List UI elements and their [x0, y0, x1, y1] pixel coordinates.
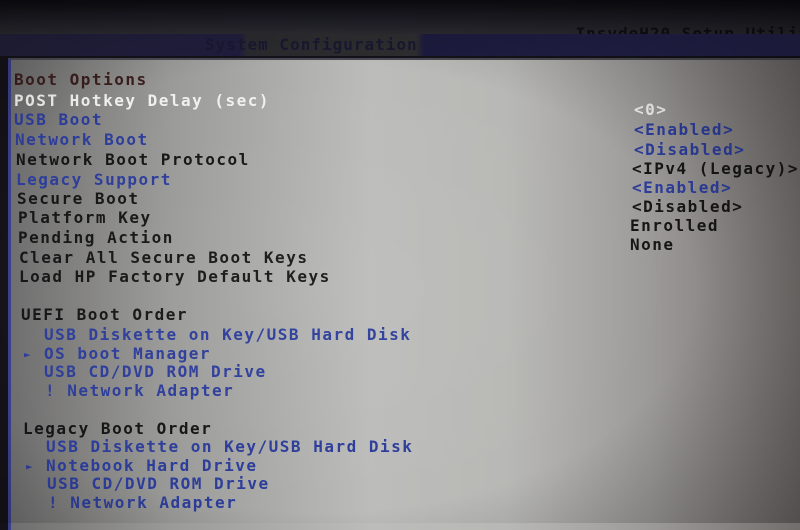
post-hotkey-delay-value[interactable]: <0> — [634, 100, 667, 119]
network-boot-value[interactable]: <Disabled> — [634, 140, 745, 159]
uefi-boot-item[interactable]: OS boot Manager — [44, 344, 211, 363]
legacy-boot-item[interactable]: ! Network Adapter — [48, 493, 237, 512]
legacy-boot-item[interactable]: Notebook Hard Drive — [46, 456, 258, 475]
legacy-boot-item[interactable]: USB Diskette on Key/USB Hard Disk — [46, 437, 413, 456]
usb-boot-value[interactable]: <Enabled> — [634, 120, 734, 139]
platform-key-value: Enrolled — [630, 216, 720, 235]
legacy-boot-item[interactable]: USB CD/DVD ROM Drive — [47, 474, 270, 493]
boot-options-heading: Boot Options — [14, 70, 148, 89]
legacy-support-label[interactable]: Legacy Support — [16, 170, 172, 189]
network-boot-label[interactable]: Network Boot — [15, 130, 149, 149]
uefi-boot-item[interactable]: USB Diskette on Key/USB Hard Disk — [44, 325, 411, 344]
usb-boot-label[interactable]: USB Boot — [14, 110, 103, 129]
legacy-boot-order-heading: Legacy Boot Order — [23, 419, 213, 438]
title-bar: InsydeH20 Setup Utility — [0, 0, 800, 43]
pending-action-value: None — [630, 235, 675, 254]
selection-arrow-icon: ► — [24, 348, 33, 361]
secure-boot-value[interactable]: <Disabled> — [632, 197, 743, 216]
platform-key-label: Platform Key — [18, 208, 152, 227]
uefi-boot-order-heading: UEFI Boot Order — [21, 305, 188, 324]
network-boot-protocol-value[interactable]: <IPv4 (Legacy)> — [632, 159, 799, 178]
post-hotkey-delay-label[interactable]: POST Hotkey Delay (sec) — [14, 91, 270, 110]
network-boot-protocol-label[interactable]: Network Boot Protocol — [16, 150, 250, 169]
legacy-support-value[interactable]: <Enabled> — [632, 178, 732, 197]
pending-action-label: Pending Action — [18, 228, 174, 247]
load-hp-default-keys[interactable]: Load HP Factory Default Keys — [19, 267, 331, 286]
selection-arrow-icon: ► — [26, 460, 35, 473]
tab-system-configuration[interactable]: System Configuration — [205, 35, 418, 54]
uefi-boot-item[interactable]: USB CD/DVD ROM Drive — [44, 362, 267, 381]
secure-boot-label[interactable]: Secure Boot — [17, 189, 139, 208]
clear-secure-boot-keys[interactable]: Clear All Secure Boot Keys — [19, 248, 308, 267]
uefi-boot-item[interactable]: ! Network Adapter — [45, 381, 234, 400]
